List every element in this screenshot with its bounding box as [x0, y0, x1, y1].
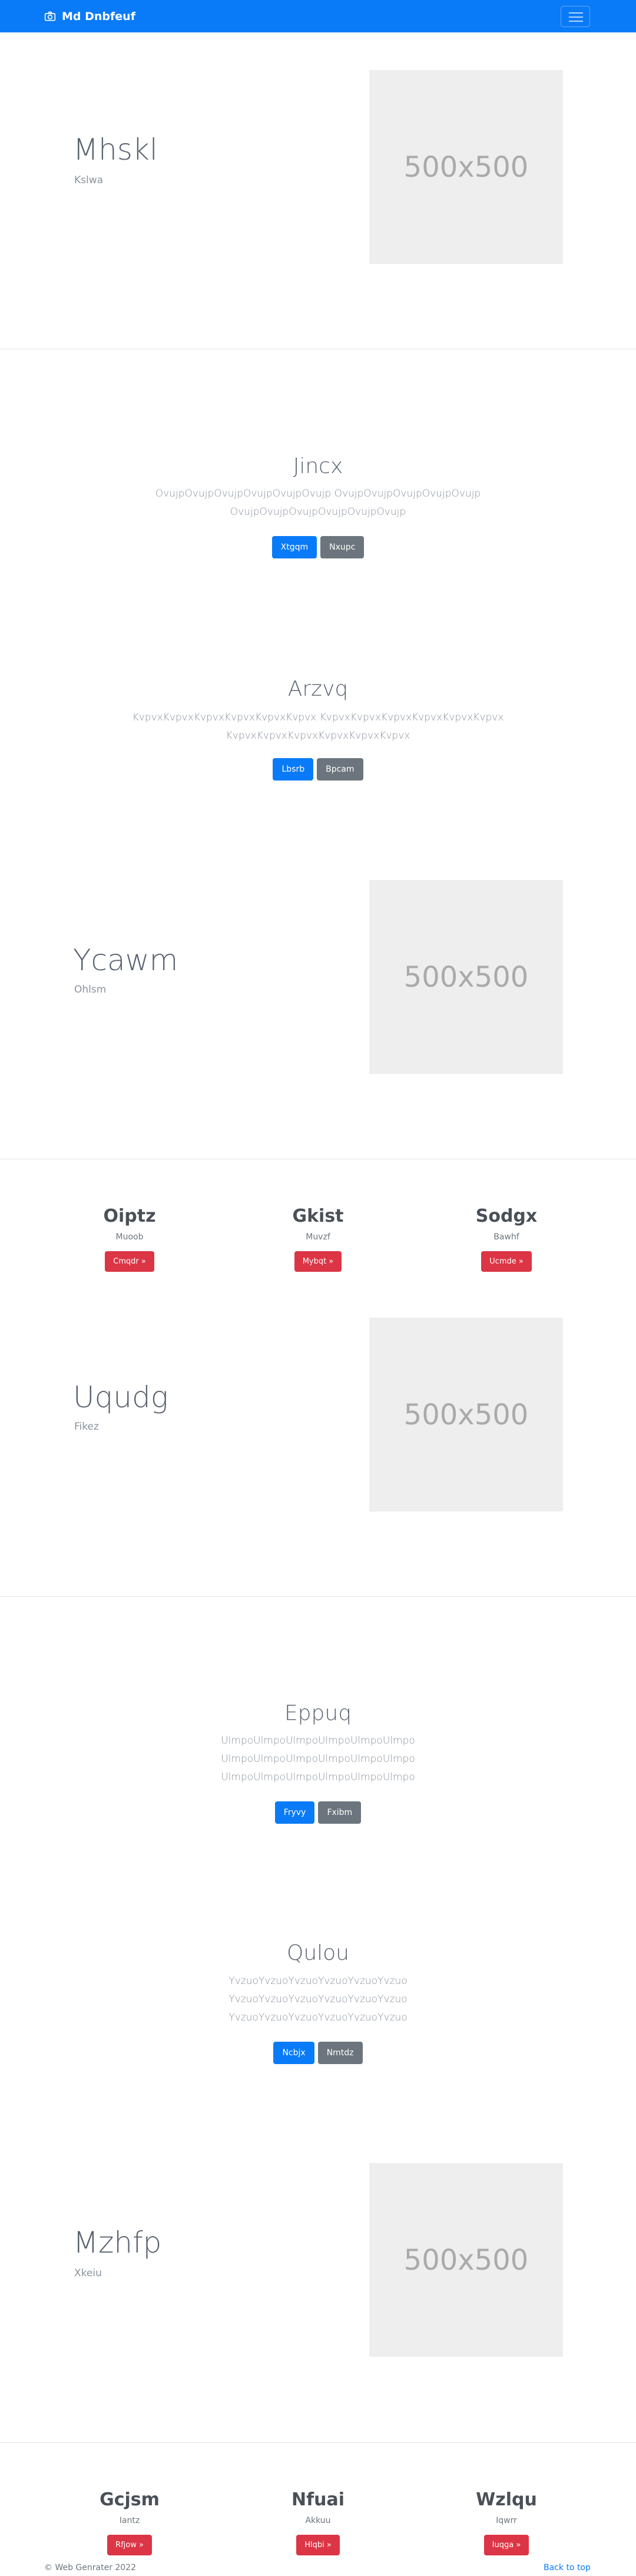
hero-subtitle: Fikez: [74, 1421, 99, 1433]
text-line: YvzuoYvzuoYvzuoYvzuoYvzuoYvzuo: [228, 2012, 408, 2023]
section-title: Eppuq: [284, 1701, 352, 1725]
navbar-toggler-button[interactable]: [561, 6, 590, 27]
section-text: UlmpoUlmpoUlmpoUlmpoUlmpoUlmpo UlmpoUlmp…: [0, 1732, 636, 1787]
camera-icon: [44, 11, 56, 21]
feature-column: Nfuai Akkuu Hlqbi »: [230, 2489, 406, 2555]
button-group: Ncbjx Nmtdz: [0, 2042, 636, 2064]
text-line: KvpvxKvpvxKvpvxKvpvxKvpvxKvpvx KvpvxKvpv…: [132, 712, 504, 723]
section-title: Jincx: [293, 454, 343, 478]
text-line: UlmpoUlmpoUlmpoUlmpoUlmpoUlmpo: [221, 1753, 415, 1765]
feature-subtitle: Muoob: [115, 1232, 144, 1242]
navbar: Md Dnbfeuf: [0, 0, 636, 32]
text-line: KvpvxKvpvxKvpvxKvpvxKvpvxKvpvx: [226, 730, 410, 742]
divider: [0, 2442, 636, 2443]
feature-button[interactable]: Cmqdr »: [105, 1251, 154, 1272]
divider: [0, 1596, 636, 1597]
section-text: OvujpOvujpOvujpOvujpOvujpOvujp OvujpOvuj…: [0, 485, 636, 521]
feature-title: Gcjsm: [100, 2489, 160, 2510]
primary-button[interactable]: Ncbjx: [273, 2042, 314, 2064]
feature-button[interactable]: Hlqbi »: [296, 2535, 340, 2555]
feature-column: Oiptz Muoob Cmqdr »: [41, 1206, 218, 1272]
primary-button[interactable]: Lbsrb: [273, 758, 314, 781]
feature-title: Nfuai: [291, 2489, 345, 2510]
secondary-button[interactable]: Nxupc: [320, 536, 365, 558]
text-line: YvzuoYvzuoYvzuoYvzuoYvzuoYvzuo: [228, 1975, 408, 1987]
feature-subtitle: Muvzf: [306, 1232, 330, 1242]
feature-title: Wzlqu: [476, 2489, 537, 2510]
text-line: OvujpOvujpOvujpOvujpOvujpOvujp OvujpOvuj…: [155, 488, 481, 500]
text-line: OvujpOvujpOvujpOvujpOvujpOvujp: [230, 506, 406, 518]
feature-button[interactable]: Rfjow »: [107, 2535, 152, 2555]
section-text: YvzuoYvzuoYvzuoYvzuoYvzuoYvzuo YvzuoYvzu…: [0, 1972, 636, 2027]
feature-button[interactable]: Iuqga »: [483, 2535, 529, 2555]
button-group: Fryvy Fxibm: [0, 1801, 636, 1824]
back-to-top-link[interactable]: Back to top: [544, 2563, 591, 2572]
feature-title: Oiptz: [103, 1206, 156, 1226]
secondary-button[interactable]: Fxibm: [318, 1801, 362, 1824]
hero-title: Ycawm: [73, 943, 178, 977]
section-text: KvpvxKvpvxKvpvxKvpvxKvpvxKvpvx KvpvxKvpv…: [0, 709, 636, 745]
feature-title: Gkist: [292, 1206, 344, 1226]
placeholder-image: 500x500: [369, 70, 563, 264]
secondary-button[interactable]: Bpcam: [317, 758, 363, 781]
hero-title: Mhskl: [73, 133, 158, 167]
button-group: Xtgqm Nxupc: [0, 536, 636, 558]
feature-button[interactable]: Ucmde »: [481, 1251, 532, 1272]
primary-button[interactable]: Xtgqm: [271, 536, 317, 558]
feature-column: Gkist Muvzf Mybqt »: [230, 1206, 406, 1272]
footer-copyright: © Web Genrater 2022: [44, 2563, 137, 2572]
feature-subtitle: Iantz: [119, 2516, 140, 2525]
feature-column: Wzlqu Iqwrr Iuqga »: [418, 2489, 595, 2555]
feature-subtitle: Iqwrr: [496, 2516, 517, 2525]
feature-button[interactable]: Mybqt »: [294, 1251, 342, 1272]
brand-link[interactable]: Md Dnbfeuf: [44, 10, 135, 23]
placeholder-image: 500x500: [369, 880, 563, 1074]
hero-subtitle: Xkeiu: [74, 2267, 102, 2279]
primary-button[interactable]: Fryvy: [274, 1801, 315, 1824]
text-line: YvzuoYvzuoYvzuoYvzuoYvzuoYvzuo: [228, 1993, 408, 2005]
placeholder-image: 500x500: [369, 2163, 563, 2357]
section-title: Qulou: [287, 1941, 349, 1965]
feature-title: Sodgx: [475, 1206, 538, 1226]
placeholder-image: 500x500: [369, 1318, 563, 1512]
hero-subtitle: Ohlsm: [74, 984, 107, 996]
secondary-button[interactable]: Nmtdz: [317, 2042, 363, 2064]
hero-subtitle: Kslwa: [74, 174, 104, 186]
feature-subtitle: Bawhf: [493, 1232, 519, 1242]
text-line: UlmpoUlmpoUlmpoUlmpoUlmpoUlmpo: [221, 1771, 415, 1783]
button-group: Lbsrb Bpcam: [0, 758, 636, 781]
text-line: UlmpoUlmpoUlmpoUlmpoUlmpoUlmpo: [221, 1735, 415, 1747]
feature-column: Sodgx Bawhf Ucmde »: [418, 1206, 595, 1272]
section-title: Arzvq: [287, 677, 349, 701]
hero-title: Mzhfp: [73, 2226, 162, 2260]
brand-name: Md Dnbfeuf: [62, 10, 135, 23]
hero-title: Uqudg: [73, 1380, 168, 1414]
feature-subtitle: Akkuu: [305, 2516, 331, 2525]
feature-column: Gcjsm Iantz Rfjow »: [41, 2489, 218, 2555]
